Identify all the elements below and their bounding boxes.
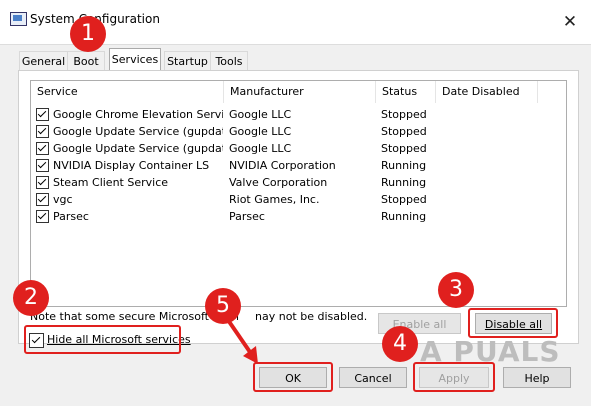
arrow-to-ok-icon (226, 318, 258, 364)
